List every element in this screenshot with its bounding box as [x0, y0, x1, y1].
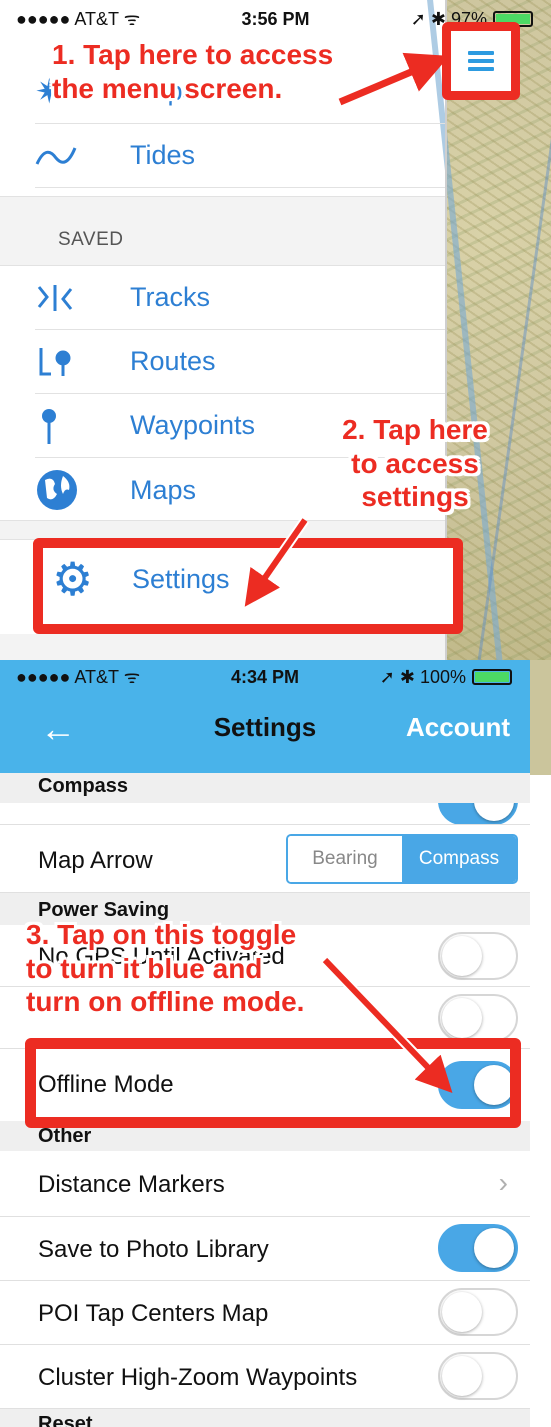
map-arrow-segmented-control[interactable]: Bearing Compass	[286, 834, 518, 884]
menu-item-settings[interactable]: ⚙ Settings	[52, 556, 230, 602]
menu-item-label: Tracks	[130, 282, 210, 312]
toggle-knob	[442, 1292, 482, 1332]
menu-item-label: Waypoints	[130, 410, 256, 440]
save-photo-label: Save to Photo Library	[38, 1236, 269, 1263]
menu-screenshot: ●●●●● AT&T ᯤ 3:56 PM ➚ ✱ 97% ✷ Maps Tide…	[0, 0, 551, 660]
cluster-toggle[interactable]	[438, 1352, 518, 1400]
section-title: Other	[38, 1125, 92, 1147]
section-title: SAVED	[58, 229, 124, 250]
menu-button[interactable]	[442, 22, 520, 100]
segment-compass[interactable]: Compass	[402, 836, 516, 882]
poi-tap-label: POI Tap Centers Map	[38, 1300, 269, 1327]
reset-section-header: Reset	[0, 1409, 530, 1427]
toggle-knob	[474, 803, 514, 821]
status-indicators: ➚ ✱ 100%	[379, 666, 466, 687]
compass-partial-row	[0, 803, 530, 825]
annotation-line: 3. Tap on this toggle	[26, 919, 297, 950]
tides-icon	[35, 132, 90, 180]
cluster-row: Cluster High-Zoom Waypoints	[0, 1345, 530, 1409]
distance-markers-label: Distance Markers	[38, 1171, 225, 1198]
globe-icon	[35, 466, 90, 514]
annotation-line: settings	[361, 481, 469, 513]
map-arrow-label: Map Arrow	[38, 847, 153, 874]
annotation-step-3: 3. Tap on this toggle to turn it blue an…	[26, 918, 304, 1019]
menu-item-tides[interactable]: Tides	[35, 124, 445, 188]
battery-icon	[472, 669, 512, 685]
compass-section-header: Compass	[0, 773, 530, 803]
toggle-knob	[474, 1228, 514, 1268]
toggle-knob	[442, 998, 482, 1038]
poi-tap-toggle[interactable]	[438, 1288, 518, 1336]
no-gps-toggle[interactable]	[438, 932, 518, 980]
navigation-bar: ●●●●● AT&T ᯤ 4:34 PM ➚ ✱ 100% ← Settings…	[0, 660, 530, 773]
menu-item-label: Settings	[132, 563, 230, 594]
annotation-line: turn on offline mode.	[26, 986, 305, 1018]
annotation-line: 1. Tap here to access	[52, 39, 334, 70]
menu-item-label: Routes	[130, 346, 216, 376]
settings-section-spacer	[0, 520, 445, 540]
compass-partial-toggle[interactable]	[438, 803, 518, 824]
poi-tap-row: POI Tap Centers Map	[0, 1281, 530, 1345]
cluster-label: Cluster High-Zoom Waypoints	[38, 1364, 358, 1391]
annotation-step-2: 2. Tap here to access settings	[330, 413, 500, 514]
section-title: Reset	[38, 1413, 93, 1427]
offline-mode-highlight-box	[25, 1038, 521, 1128]
map-preview-edge	[530, 660, 551, 775]
toggle-knob	[442, 936, 482, 976]
menu-item-label: Tides	[130, 140, 196, 170]
saved-section-header: SAVED	[0, 196, 445, 266]
status-bar: ●●●●● AT&T ᯤ 4:34 PM ➚ ✱ 100%	[0, 664, 530, 690]
account-button[interactable]: Account	[406, 712, 510, 743]
routes-icon	[35, 338, 90, 386]
annotation-step-1: 1. Tap here to access the menu screen.	[52, 38, 333, 105]
menu-item-label: Maps	[130, 474, 197, 505]
map-trail	[474, 80, 551, 660]
segment-bearing[interactable]: Bearing	[288, 836, 402, 882]
power-saving-toggle-2[interactable]	[438, 994, 518, 1042]
tracks-icon	[35, 274, 90, 322]
distance-markers-row[interactable]: Distance Markers ›	[0, 1151, 530, 1217]
annotation-line: the menu screen.	[52, 72, 283, 104]
section-title: Compass	[38, 775, 129, 797]
save-photo-toggle[interactable]	[438, 1224, 518, 1272]
waypoint-pin-icon	[35, 402, 90, 450]
annotation-line: to turn it blue and	[26, 952, 263, 984]
gear-icon: ⚙	[52, 553, 94, 605]
map-arrow-row: Map Arrow Bearing Compass	[0, 825, 530, 893]
menu-item-tracks[interactable]: Tracks	[35, 266, 445, 330]
hamburger-icon	[468, 51, 494, 71]
menu-item-routes[interactable]: Routes	[35, 330, 445, 394]
annotation-line: to access	[351, 447, 479, 479]
menu-footer-section	[0, 634, 445, 660]
save-photo-row: Save to Photo Library	[0, 1217, 530, 1281]
chevron-right-icon: ›	[498, 1167, 508, 1198]
battery-fill	[475, 672, 509, 682]
annotation-line: 2. Tap here	[342, 414, 488, 445]
status-right: ➚ ✱ 100%	[380, 667, 512, 688]
toggle-knob	[442, 1356, 482, 1396]
